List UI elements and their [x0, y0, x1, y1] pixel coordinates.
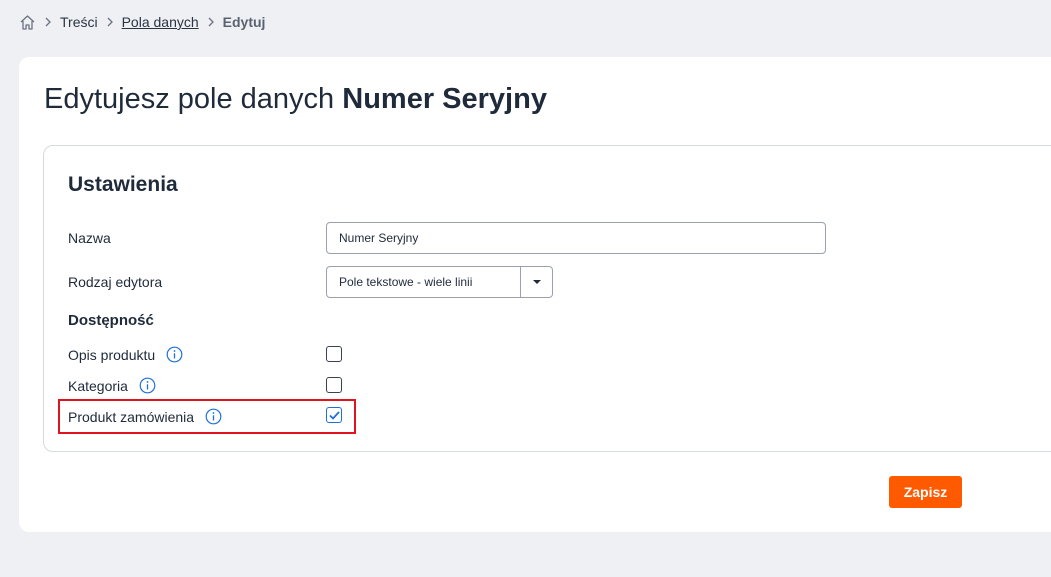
chevron-right-icon	[208, 17, 214, 27]
caret-down-icon[interactable]	[520, 267, 552, 297]
breadcrumb-item-pola-danych[interactable]: Pola danych	[122, 14, 199, 30]
breadcrumb-item-tresci[interactable]: Treści	[60, 14, 98, 30]
editor-type-label: Rodzaj edytora	[68, 274, 163, 290]
name-input[interactable]	[326, 222, 826, 254]
kategoria-checkbox[interactable]	[326, 377, 342, 393]
editor-type-value: Pole tekstowe - wiele linii	[339, 275, 473, 289]
check-icon	[328, 410, 340, 420]
availability-heading: Dostępność	[68, 312, 154, 329]
editor-type-select[interactable]: Pole tekstowe - wiele linii	[326, 266, 553, 298]
breadcrumb: Treści Pola danych Edytuj	[19, 13, 265, 31]
availability-label-text: Produkt zamówienia	[68, 408, 195, 425]
settings-panel: Ustawienia Nazwa Rodzaj edytora Pole tek…	[43, 145, 1051, 452]
availability-label-produkt-zamowienia: Produkt zamówienia	[68, 408, 222, 425]
availability-label-kategoria: Kategoria	[68, 377, 156, 394]
availability-label-text: Opis produktu	[68, 346, 156, 363]
info-icon[interactable]	[205, 408, 222, 425]
produkt-zamowienia-checkbox[interactable]	[326, 407, 342, 423]
breadcrumb-item-edytuj: Edytuj	[222, 14, 266, 30]
save-button[interactable]: Zapisz	[889, 476, 962, 508]
page-title-name: Numer Seryjny	[342, 83, 547, 115]
opis-produktu-checkbox[interactable]	[326, 346, 342, 362]
home-icon[interactable]	[19, 14, 36, 31]
info-icon[interactable]	[139, 377, 156, 394]
main-card: Edytujesz pole danych Numer Seryjny Usta…	[19, 57, 1051, 532]
settings-title: Ustawienia	[68, 173, 178, 196]
name-label: Nazwa	[68, 230, 111, 246]
chevron-right-icon	[45, 17, 51, 27]
chevron-right-icon	[107, 17, 113, 27]
availability-label-text: Kategoria	[68, 377, 128, 394]
info-icon[interactable]	[166, 346, 183, 363]
page-title-prefix: Edytujesz pole danych	[44, 83, 343, 115]
page-title: Edytujesz pole danych Numer Seryjny	[44, 83, 547, 116]
availability-label-opis-produktu: Opis produktu	[68, 346, 183, 363]
